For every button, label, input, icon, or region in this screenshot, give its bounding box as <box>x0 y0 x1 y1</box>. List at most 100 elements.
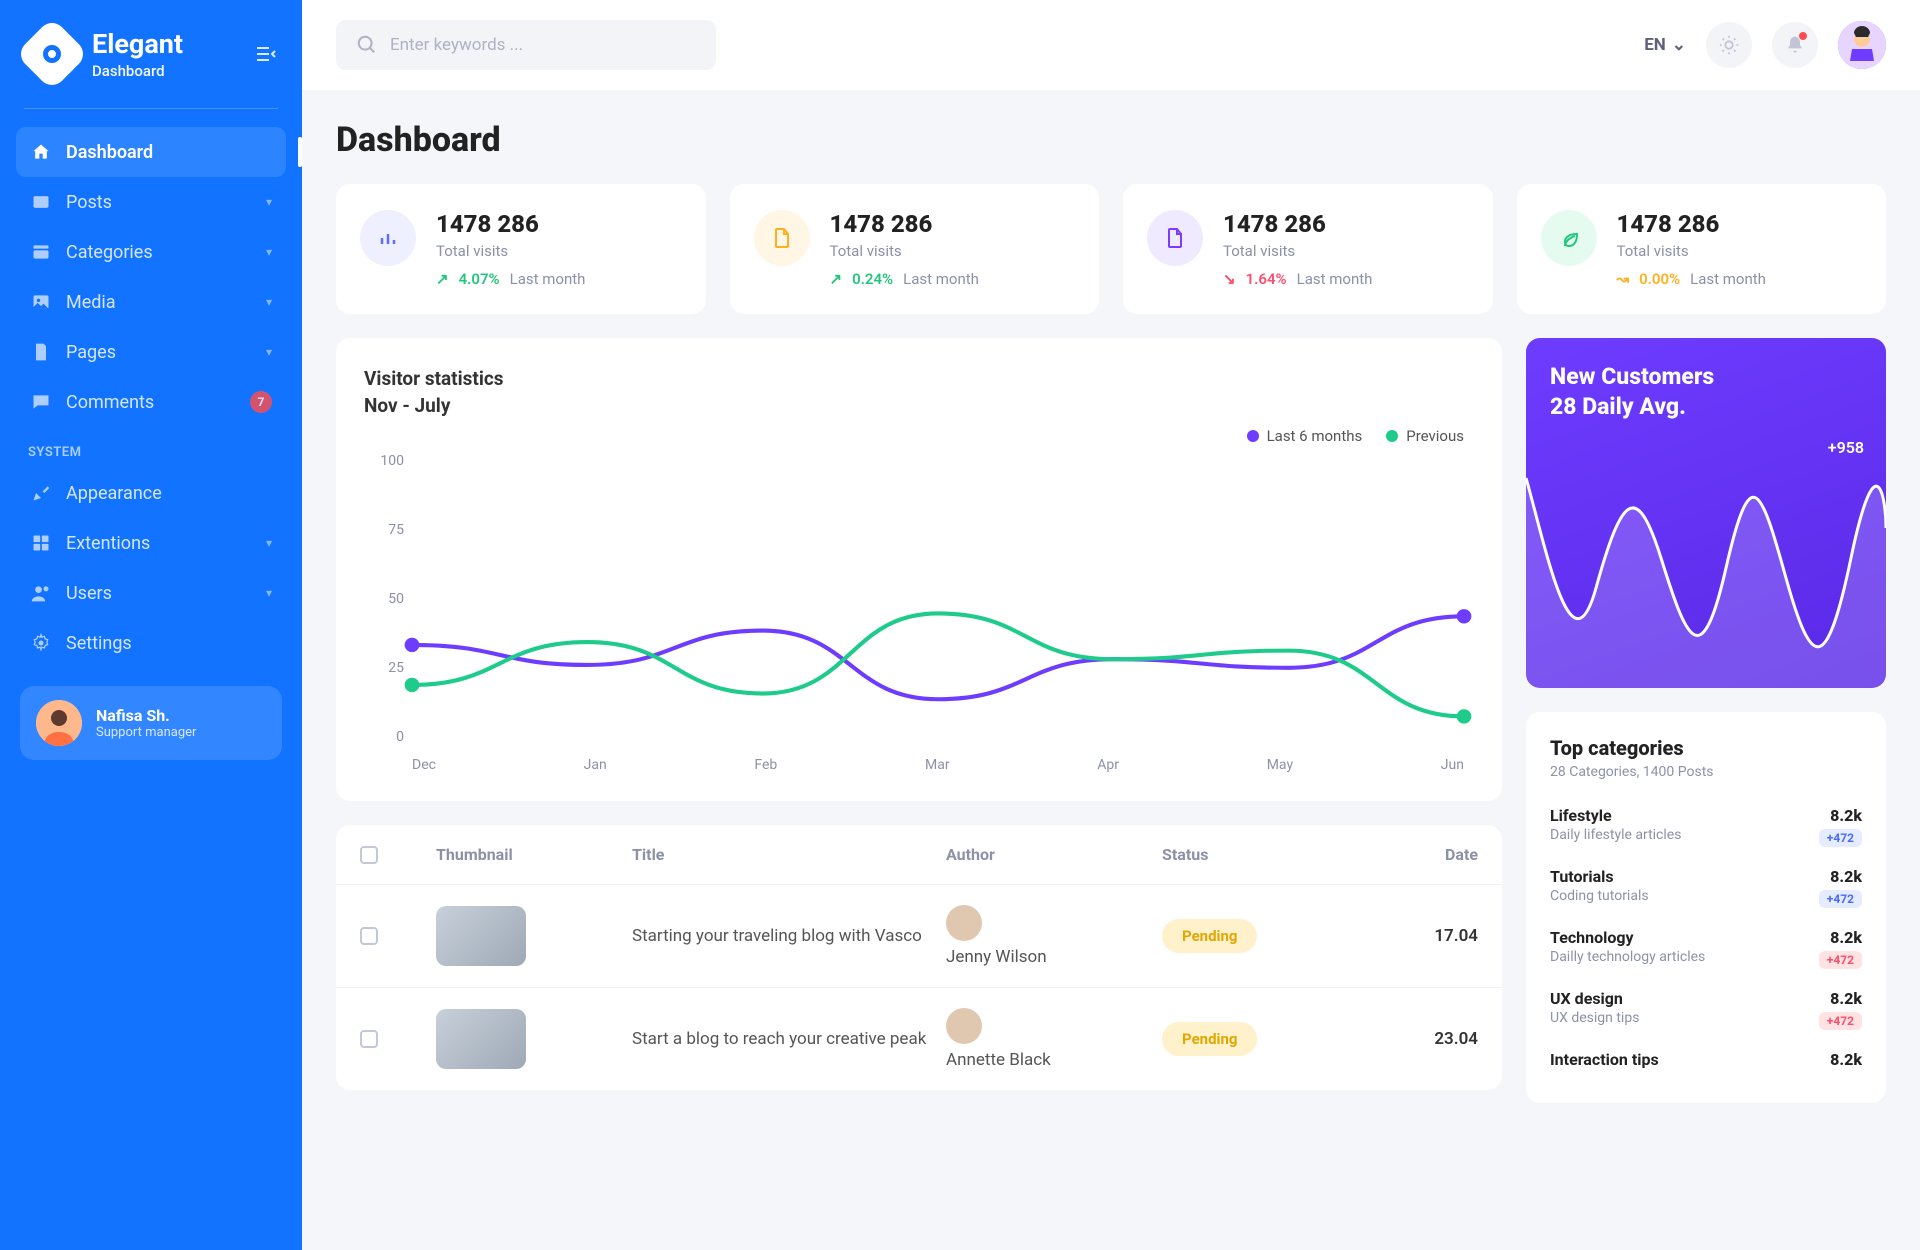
category-badge: +472 <box>1819 951 1862 969</box>
table-row[interactable]: Starting your traveling blog with Vasco … <box>336 884 1502 987</box>
post-title: Starting your traveling blog with Vasco <box>632 926 930 946</box>
sidebar-item-media[interactable]: Media ▾ <box>16 277 286 327</box>
row-checkbox[interactable] <box>360 1030 378 1048</box>
settings-icon <box>30 632 52 654</box>
category-row[interactable]: Interaction tips 8.2k <box>1550 1040 1862 1079</box>
nav-label: Extentions <box>66 533 252 554</box>
topcat-title: Top categories <box>1550 736 1862 760</box>
chart-area: 1007550250 DecJanFebMarAprMayJun <box>364 453 1474 773</box>
select-all-checkbox[interactable] <box>360 846 378 864</box>
theme-toggle-button[interactable] <box>1706 22 1752 68</box>
language-selector[interactable]: EN ⌄ <box>1644 35 1686 55</box>
sidebar-collapse-button[interactable] <box>256 46 276 62</box>
trend-pct: 1.64% <box>1246 270 1287 288</box>
search-icon <box>356 34 378 56</box>
sidebar-item-comments[interactable]: Comments 7 <box>16 377 286 427</box>
nav-label: Settings <box>66 633 272 654</box>
category-name: Lifestyle <box>1550 806 1681 825</box>
sidebar-item-categories[interactable]: Categories ▾ <box>16 227 286 277</box>
legend-label: Last 6 months <box>1267 427 1363 445</box>
system-nav: Appearance Extentions ▾ Users ▾ Settings <box>0 468 302 668</box>
sidebar-item-dashboard[interactable]: Dashboard <box>16 127 286 177</box>
category-value: 8.2k <box>1819 928 1862 947</box>
post-title: Start a blog to reach your creative peak <box>632 1029 930 1049</box>
file-icon <box>754 210 810 266</box>
author-avatar <box>946 1008 982 1044</box>
category-name: Technology <box>1550 928 1705 947</box>
home-icon <box>30 141 52 163</box>
trend-pct: 0.00% <box>1639 270 1680 288</box>
topbar: EN ⌄ <box>302 0 1920 90</box>
trend-period: Last month <box>1297 270 1373 288</box>
post-thumbnail <box>436 1009 526 1069</box>
brand-name: Elegant <box>92 28 183 60</box>
table-header-row: Thumbnail Title Author Status Date <box>336 825 1502 884</box>
category-badge: +472 <box>1819 829 1862 847</box>
stat-value: 1478 286 <box>436 210 585 238</box>
category-row[interactable]: Technology Dailly technology articles 8.2… <box>1550 918 1862 979</box>
category-badge: +472 <box>1819 890 1862 908</box>
sidebar: Elegant Dashboard Dashboard Posts ▾ Cate… <box>0 0 302 1250</box>
doc-icon <box>1147 210 1203 266</box>
category-desc: UX design tips <box>1550 1010 1639 1026</box>
nav-label: Posts <box>66 192 252 213</box>
table-row[interactable]: Start a blog to reach your creative peak… <box>336 987 1502 1090</box>
topcat-subtitle: 28 Categories, 1400 Posts <box>1550 764 1862 780</box>
chart-title: Visitor statistics <box>364 366 1474 393</box>
legend-label: Previous <box>1406 427 1464 445</box>
col-status: Status <box>1162 845 1342 864</box>
y-tick: 50 <box>364 591 404 607</box>
chart-plot <box>412 459 1464 745</box>
stat-value: 1478 286 <box>1617 210 1766 238</box>
stat-card: 1478 286 Total visits ↘ 1.64% Last month <box>1123 184 1493 314</box>
search-box[interactable] <box>336 20 716 70</box>
brand-logo-icon <box>15 17 89 91</box>
category-desc: Dailly technology articles <box>1550 949 1705 965</box>
system-section-label: SYSTEM <box>0 427 302 468</box>
y-tick: 100 <box>364 453 404 469</box>
sidebar-item-pages[interactable]: Pages ▾ <box>16 327 286 377</box>
sidebar-item-settings[interactable]: Settings <box>16 618 286 668</box>
sidebar-item-posts[interactable]: Posts ▾ <box>16 177 286 227</box>
trend-arrow-icon: ↝ <box>1617 270 1630 288</box>
category-desc: Daily lifestyle articles <box>1550 827 1681 843</box>
chart-line <box>412 616 1464 699</box>
sidebar-user-card[interactable]: Nafisa Sh. Support manager <box>20 686 282 760</box>
category-desc: Coding tutorials <box>1550 888 1649 904</box>
stat-card: 1478 286 Total visits ↗ 4.07% Last month <box>336 184 706 314</box>
notification-dot <box>1799 32 1807 40</box>
category-value: 8.2k <box>1819 806 1862 825</box>
stat-card: 1478 286 Total visits ↝ 0.00% Last month <box>1517 184 1887 314</box>
category-row[interactable]: UX designUX design tips 8.2k+472 <box>1550 979 1862 1040</box>
chevron-down-icon: ▾ <box>266 345 272 359</box>
trend-period: Last month <box>903 270 979 288</box>
notifications-button[interactable] <box>1772 22 1818 68</box>
sidebar-item-extensions[interactable]: Extentions ▾ <box>16 518 286 568</box>
chevron-down-icon: ▾ <box>266 586 272 600</box>
stat-label: Total visits <box>830 242 979 260</box>
stat-label: Total visits <box>1617 242 1766 260</box>
content-area: Dashboard 1478 286 Total visits ↗ 4.07% … <box>302 90 1920 1133</box>
category-row[interactable]: TutorialsCoding tutorials 8.2k+472 <box>1550 857 1862 918</box>
category-value: 8.2k <box>1819 989 1862 1008</box>
sidebar-item-users[interactable]: Users ▾ <box>16 568 286 618</box>
search-input[interactable] <box>390 35 696 55</box>
y-axis-labels: 1007550250 <box>364 453 404 745</box>
y-tick: 0 <box>364 729 404 745</box>
row-checkbox[interactable] <box>360 927 378 945</box>
leaf-icon <box>1541 210 1597 266</box>
trend-period: Last month <box>1690 270 1766 288</box>
post-date: 23.04 <box>1358 1029 1478 1049</box>
trend-arrow-icon: ↘ <box>1223 270 1236 288</box>
category-badge: +472 <box>1819 1012 1862 1030</box>
sidebar-item-appearance[interactable]: Appearance <box>16 468 286 518</box>
promo-title-1: New Customers <box>1550 362 1862 392</box>
profile-avatar-button[interactable] <box>1838 21 1886 69</box>
category-row[interactable]: Lifestyle Daily lifestyle articles 8.2k +4… <box>1550 796 1862 857</box>
stat-label: Total visits <box>436 242 585 260</box>
stat-label: Total visits <box>1223 242 1372 260</box>
chart-point <box>405 638 420 652</box>
nav-label: Users <box>66 583 252 604</box>
trend-period: Last month <box>510 270 586 288</box>
chart-subtitle: Nov - July <box>364 393 1474 420</box>
